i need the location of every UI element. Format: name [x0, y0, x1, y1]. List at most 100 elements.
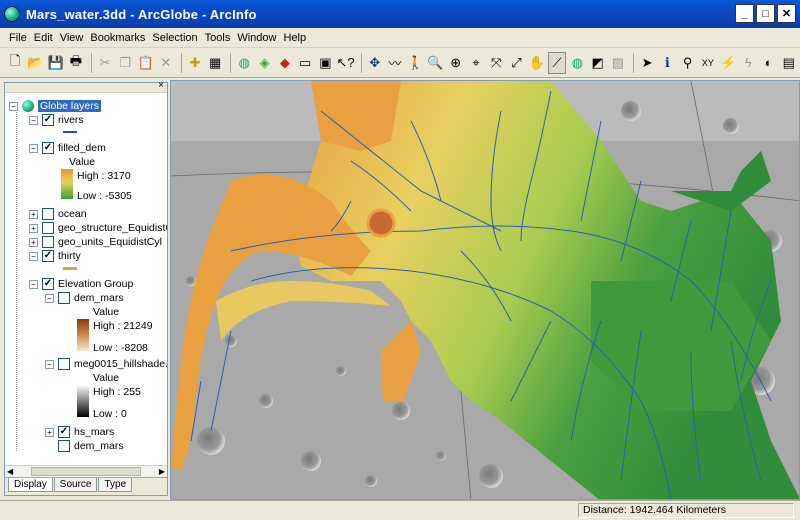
toc-root[interactable]: − Globe layers — [9, 99, 101, 113]
pointer-icon[interactable]: ➤ — [638, 52, 656, 74]
legend-low: Low : -8208 — [93, 342, 148, 354]
zoom-full-icon[interactable]: ⤢ — [507, 52, 525, 74]
identify-tool-icon[interactable]: ▣ — [316, 52, 334, 74]
open-icon[interactable]: 📂 — [26, 52, 44, 74]
tab-type[interactable]: Type — [98, 478, 133, 492]
expand-icon[interactable]: + — [29, 237, 38, 247]
collapse-icon[interactable]: − — [9, 101, 18, 111]
paste-icon[interactable]: 📋 — [136, 52, 154, 74]
layer-thirty[interactable]: − ✓ thirty — [29, 249, 81, 263]
hyperlink-icon[interactable]: ⚡ — [719, 52, 737, 74]
layer-hs-mars[interactable]: + ✓ hs_mars — [45, 425, 114, 439]
layer-elevation-group[interactable]: − ✓ Elevation Group — [29, 277, 133, 291]
expand-icon[interactable]: + — [29, 209, 38, 219]
layer-checkbox[interactable] — [58, 440, 70, 452]
menu-window[interactable]: Window — [234, 32, 279, 44]
layer-checkbox[interactable] — [42, 236, 54, 248]
map-tips-icon[interactable]: ◩ — [589, 52, 607, 74]
collapse-icon[interactable]: − — [29, 279, 38, 289]
layer-label: ocean — [58, 208, 87, 220]
expand-icon[interactable]: + — [45, 427, 54, 437]
scroll-thumb[interactable] — [31, 467, 141, 476]
layer-dem-mars-2[interactable]: dem_mars — [45, 439, 124, 453]
globe-map-view[interactable] — [170, 80, 800, 500]
layer-checkbox[interactable] — [58, 358, 70, 370]
globe-icon[interactable]: ◍ — [235, 52, 253, 74]
delete-icon[interactable]: ✕ — [157, 52, 175, 74]
new-icon[interactable]: 🗋 — [6, 52, 24, 74]
collapse-icon[interactable]: − — [29, 115, 38, 125]
copy-icon[interactable]: ❐ — [116, 52, 134, 74]
tab-display[interactable]: Display — [8, 478, 53, 492]
layer-checkbox[interactable]: ✓ — [42, 250, 54, 262]
find-icon[interactable]: ⚲ — [678, 52, 696, 74]
layer-label: dem_mars — [74, 440, 124, 452]
lightning-icon[interactable]: ϟ — [739, 52, 757, 74]
zoom-fixed-icon[interactable]: ⤧ — [487, 52, 505, 74]
layer-checkbox[interactable] — [42, 208, 54, 220]
save-icon[interactable]: 💾 — [47, 52, 65, 74]
measure-icon[interactable]: ⟋ — [547, 51, 567, 74]
cut-icon[interactable]: ✂ — [96, 52, 114, 74]
effects-icon[interactable]: ▤ — [780, 52, 798, 74]
layer-rivers[interactable]: − ✓ rivers — [29, 113, 84, 127]
print-icon[interactable]: 🖶 — [67, 52, 85, 74]
select-icon[interactable]: ▨ — [609, 52, 627, 74]
layers-icon[interactable]: ◈ — [255, 52, 273, 74]
menu-edit[interactable]: Edit — [31, 32, 56, 44]
menu-view[interactable]: View — [57, 32, 87, 44]
legend-high: High : 3170 — [77, 170, 131, 182]
target-icon[interactable]: ⊕ — [447, 52, 465, 74]
layer-dem-mars[interactable]: − dem_mars — [45, 291, 124, 305]
globe-layers-icon — [22, 100, 34, 112]
help-pointer-icon[interactable]: ↖? — [336, 52, 355, 74]
navigate-icon[interactable]: ✥ — [366, 52, 384, 74]
layer-label: dem_mars — [74, 292, 124, 304]
globe-tools-icon[interactable]: ◐ — [759, 52, 777, 74]
maximize-button[interactable]: □ — [756, 4, 775, 23]
info-icon[interactable]: ℹ — [658, 52, 676, 74]
fly-icon[interactable]: 〰 — [386, 52, 404, 74]
mars-terrain-map[interactable] — [171, 81, 800, 500]
close-icon[interactable]: × — [158, 80, 164, 91]
window-icon[interactable]: ▭ — [296, 52, 314, 74]
layer-geo-units[interactable]: + geo_units_EquidistCyl — [29, 235, 162, 249]
layer-checkbox[interactable]: ✓ — [42, 114, 54, 126]
cube-icon[interactable]: ◆ — [276, 52, 294, 74]
tab-source[interactable]: Source — [53, 478, 98, 492]
layer-filled-dem[interactable]: − ✓ filled_dem — [29, 141, 106, 155]
collapse-icon[interactable]: − — [29, 251, 38, 261]
minimize-button[interactable]: _ — [735, 4, 754, 23]
layer-hillshade[interactable]: − meg0015_hillshade.t — [45, 357, 167, 371]
scroll-left-icon[interactable]: ◀ — [7, 467, 13, 476]
layer-checkbox[interactable]: ✓ — [42, 278, 54, 290]
menu-selection[interactable]: Selection — [149, 32, 200, 44]
walk-icon[interactable]: 🚶 — [406, 52, 424, 74]
xy-icon[interactable]: XY — [699, 52, 717, 74]
collapse-icon[interactable]: − — [45, 293, 54, 303]
layer-ocean[interactable]: + ocean — [29, 207, 87, 221]
add-data-icon[interactable]: ✚ — [186, 52, 204, 74]
layer-checkbox[interactable] — [58, 292, 70, 304]
collapse-icon[interactable]: − — [45, 359, 54, 369]
pan-icon[interactable]: ✋ — [528, 52, 546, 74]
layer-checkbox[interactable]: ✓ — [42, 142, 54, 154]
layer-label: meg0015_hillshade.t — [74, 358, 167, 370]
rivers-symbol — [63, 131, 77, 133]
scroll-right-icon[interactable]: ▶ — [159, 467, 165, 476]
zoom-in-icon[interactable]: 🔍 — [426, 52, 444, 74]
menu-file[interactable]: File — [6, 32, 30, 44]
toc-horizontal-scrollbar[interactable]: ◀ ▶ — [5, 465, 167, 477]
layer-checkbox[interactable] — [42, 222, 54, 234]
layer-checkbox[interactable]: ✓ — [58, 426, 70, 438]
layer-geo-structure[interactable]: + geo_structure_EquidistC — [29, 221, 167, 235]
collapse-icon[interactable]: − — [29, 143, 38, 153]
menu-help[interactable]: Help — [280, 32, 309, 44]
center-icon[interactable]: ⌖ — [467, 52, 485, 74]
expand-icon[interactable]: + — [29, 223, 38, 233]
full-extent-icon[interactable]: ◍ — [568, 52, 586, 74]
calculator-icon[interactable]: ▦ — [206, 52, 224, 74]
close-button[interactable]: ✕ — [777, 4, 796, 23]
menu-bookmarks[interactable]: Bookmarks — [87, 32, 148, 44]
menu-tools[interactable]: Tools — [202, 32, 234, 44]
